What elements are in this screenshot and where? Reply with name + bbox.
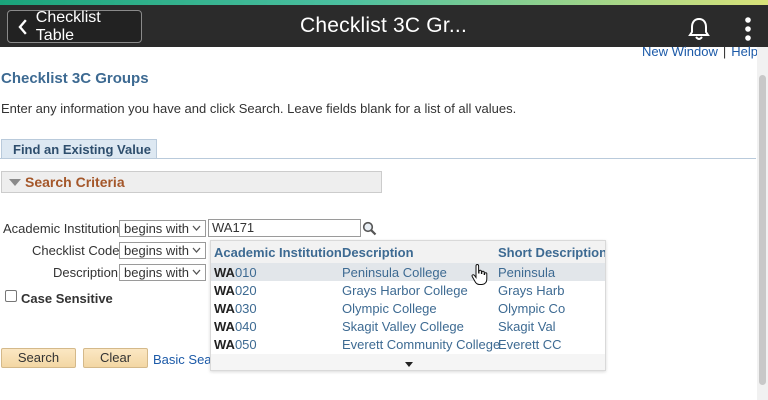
- dropdown-row[interactable]: WA050 Everett Community College Everett …: [211, 335, 605, 353]
- dropdown-row[interactable]: WA040 Skagit Valley College Skagit Val: [211, 317, 605, 335]
- institution-code: WA010: [214, 265, 257, 280]
- link-separator: |: [722, 44, 727, 59]
- chevron-down-icon: [192, 247, 201, 253]
- checklist-code-operator-select[interactable]: begins with: [119, 242, 206, 259]
- institution-code: WA030: [214, 301, 257, 316]
- dropdown-row[interactable]: WA030 Olympic College Olympic Co: [211, 299, 605, 317]
- hand-pointer-cursor-icon: [471, 264, 488, 285]
- operator-value: begins with: [124, 265, 190, 280]
- column-header-description: Description: [342, 245, 414, 260]
- row-short-description: Peninsula: [498, 265, 556, 280]
- chevron-down-icon: [192, 225, 201, 231]
- description-operator-select[interactable]: begins with: [119, 264, 206, 281]
- checklist-code-label: Checklist Code: [32, 243, 120, 258]
- basic-search-link[interactable]: Basic Sea: [153, 352, 212, 367]
- caret-down-icon: [405, 362, 413, 367]
- row-description: Grays Harbor College: [342, 283, 468, 298]
- column-header-short-description: Short Description: [498, 245, 606, 260]
- row-short-description: Everett CC: [498, 337, 562, 352]
- dropdown-row[interactable]: WA010 Peninsula College Peninsula: [211, 263, 605, 281]
- description-label: Description: [53, 265, 119, 280]
- clear-button[interactable]: Clear: [83, 348, 148, 368]
- tab-find-existing-value[interactable]: Find an Existing Value: [1, 139, 157, 159]
- row-short-description: Skagit Val: [498, 319, 556, 334]
- column-header-academic-institution: Academic Institution: [214, 245, 342, 260]
- back-button-label: Checklist Table: [35, 8, 101, 44]
- back-button[interactable]: Checklist Table: [7, 8, 142, 44]
- institution-code: WA050: [214, 337, 257, 352]
- chevron-down-icon: [192, 269, 201, 275]
- row-description: Olympic College: [342, 301, 437, 316]
- header-links: New Window | Help: [642, 44, 758, 59]
- operator-value: begins with: [124, 221, 190, 236]
- case-sensitive-checkbox[interactable]: [5, 290, 17, 302]
- page-title: Checklist 3C Groups: [1, 70, 149, 87]
- dropdown-more-button[interactable]: [211, 354, 605, 370]
- row-description: Skagit Valley College: [342, 319, 464, 334]
- academic-institution-operator-select[interactable]: begins with: [119, 220, 206, 237]
- row-short-description: Olympic Co: [498, 301, 566, 316]
- tab-divider: [0, 158, 756, 159]
- row-short-description: Grays Harb: [498, 283, 565, 298]
- academic-institution-label: Academic Institution: [3, 221, 120, 236]
- instructions-text: Enter any information you have and click…: [1, 101, 517, 116]
- scrollbar-thumb[interactable]: [759, 75, 766, 385]
- help-link[interactable]: Help: [731, 44, 758, 59]
- row-description: Everett Community College: [342, 337, 501, 352]
- institution-code: WA020: [214, 283, 257, 298]
- autocomplete-dropdown: Academic Institution Description Short D…: [210, 240, 606, 371]
- app-header: Checklist Table Checklist 3C Gr...: [0, 5, 768, 47]
- page-header-title: Checklist 3C Gr...: [300, 14, 467, 37]
- operator-value: begins with: [124, 243, 190, 258]
- chevron-left-icon: [18, 18, 27, 35]
- kebab-menu-icon[interactable]: [744, 16, 752, 42]
- collapse-triangle-icon: [9, 178, 21, 186]
- institution-code: WA040: [214, 319, 257, 334]
- search-button[interactable]: Search: [1, 348, 76, 368]
- dropdown-row[interactable]: WA020 Grays Harbor College Grays Harb: [211, 281, 605, 299]
- dropdown-header: Academic Institution Description Short D…: [211, 241, 605, 263]
- new-window-link[interactable]: New Window: [642, 44, 718, 59]
- search-criteria-section[interactable]: Search Criteria: [1, 171, 382, 193]
- search-criteria-label: Search Criteria: [25, 174, 125, 190]
- academic-institution-input[interactable]: WA171: [208, 219, 361, 237]
- row-description: Peninsula College: [342, 265, 447, 280]
- case-sensitive-label: Case Sensitive: [21, 291, 113, 306]
- bell-icon[interactable]: [688, 17, 710, 41]
- lookup-search-icon[interactable]: [362, 221, 377, 236]
